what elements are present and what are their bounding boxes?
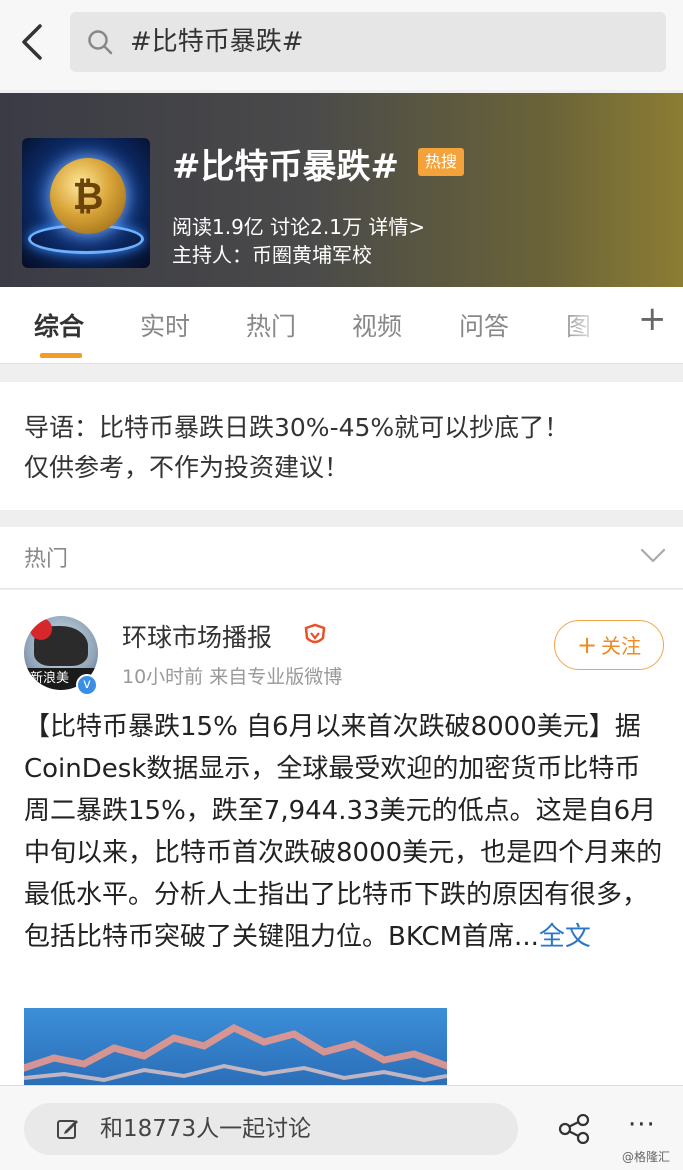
topic-title: #比特币暴跌# [172,147,399,187]
search-icon [86,28,114,56]
intro-line-1: 导语：比特币暴跌日跌30%-45%就可以抄底了！ [24,413,570,442]
post-image[interactable] [24,1008,447,1090]
member-badge-icon [302,622,328,648]
tab-realtime[interactable]: 实时 [140,307,190,343]
topic-intro: 导语：比特币暴跌日跌30%-45%就可以抄底了！ 仅供参考，不作为投资建议！ [0,382,683,510]
discussion-input[interactable]: 和18773人一起讨论 [24,1103,518,1155]
section-header[interactable]: 热门 [0,527,683,589]
read-more-link[interactable]: 全文 [539,922,591,952]
hot-search-badge: 热搜 [418,148,465,176]
bitcoin-coin-icon: ₿ [50,158,126,234]
top-bar: #比特币暴跌# [0,0,683,90]
plus-icon: + [576,631,598,659]
tab-hot[interactable]: 热门 [246,307,296,343]
edit-icon [56,1117,80,1141]
tab-fade [560,287,620,363]
follow-label: 关注 [601,634,642,658]
chevron-down-icon[interactable] [640,547,666,565]
more-options-icon[interactable]: ··· [628,1110,656,1140]
tab-video[interactable]: 视频 [352,307,402,343]
sina-eye-icon [30,618,52,640]
post-author[interactable]: 环球市场播报 [122,618,272,654]
tab-comprehensive[interactable]: 综合 [34,307,84,343]
follow-button[interactable]: + 关注 [554,620,664,670]
verified-badge-icon: v [76,674,98,696]
post-body: 【比特币暴跌15% 自6月以来首次跌破8000美元】据CoinDesk数据显示，… [24,706,664,958]
intro-line-2: 仅供参考，不作为投资建议！ [24,453,350,482]
search-query: #比特币暴跌# [130,27,304,57]
topic-banner: ₿ #比特币暴跌# 热搜 阅读1.9亿 讨论2.1万 详情> 主持人：币圈黄埔军… [0,93,683,287]
tab-qa[interactable]: 问答 [459,307,509,343]
add-tab-icon[interactable]: + [638,299,667,339]
topic-thumbnail: ₿ [22,138,150,268]
bottom-bar: 和18773人一起讨论 ··· [0,1085,683,1170]
active-tab-indicator [40,353,82,358]
post-meta: 10小时前 来自专业版微博 [122,666,343,688]
back-arrow-icon[interactable] [14,20,54,64]
watermark: @格隆汇 [622,1150,671,1164]
section-label: 热门 [24,547,69,572]
topic-host[interactable]: 主持人：币圈黄埔军校 [172,239,372,268]
post-text: 【比特币暴跌15% 自6月以来首次跌破8000美元】据CoinDesk数据显示，… [24,712,663,952]
tab-bar: 综合 实时 热门 视频 问答 图 + [0,287,683,364]
feed-post: 新浪美 环球市场播报 10小时前 来自专业版微博 + 关注 【比特币暴跌15% 自… [0,590,683,1090]
discussion-placeholder: 和18773人一起讨论 [100,1116,312,1142]
search-input[interactable]: #比特币暴跌# [70,12,666,72]
topic-stats[interactable]: 阅读1.9亿 讨论2.1万 详情> [172,211,425,240]
share-icon[interactable] [558,1113,590,1145]
